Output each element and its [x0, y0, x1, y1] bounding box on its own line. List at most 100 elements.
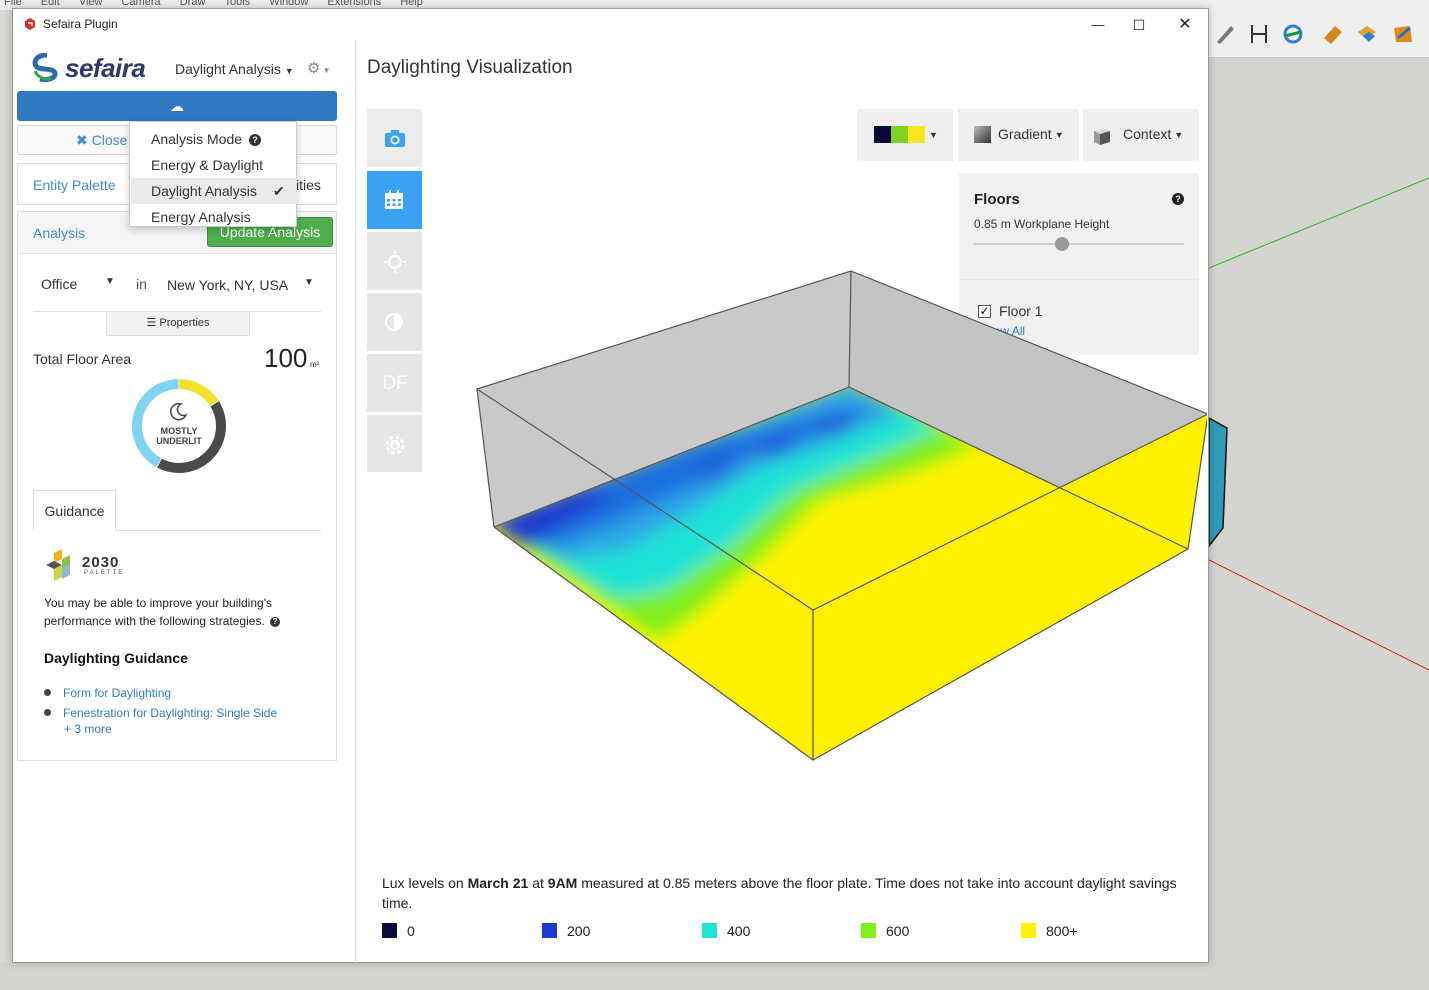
sefaira-tool-icon[interactable]: [1391, 22, 1415, 46]
color-swatch: [874, 126, 891, 143]
analysis-title[interactable]: Analysis: [33, 225, 85, 241]
caption-text: at: [528, 875, 548, 891]
palette-2030-logo: 2030 PALETTE: [44, 549, 124, 583]
workplane-height-label: 0.85 m Workplane Height: [974, 217, 1110, 231]
menu-view[interactable]: View: [79, 0, 103, 8]
gradient-label: Gradient ▼: [998, 126, 1064, 142]
legend-label: 200: [567, 923, 591, 939]
color-scheme-select[interactable]: ▼: [857, 109, 953, 161]
bullet-icon: [44, 689, 51, 696]
maximize-button[interactable]: ☐: [1129, 15, 1149, 35]
menu-help[interactable]: Help: [400, 0, 423, 8]
caption-time: 9AM: [547, 875, 578, 891]
paint-tool-icon[interactable]: [1321, 22, 1345, 46]
tab-quantities[interactable]: ities: [296, 177, 321, 193]
cube-icon: [1094, 128, 1110, 145]
help-icon[interactable]: ?: [1172, 193, 1184, 205]
calendar-button[interactable]: [367, 171, 422, 229]
sketchup-app-icon: [25, 18, 35, 30]
visualization-panel: Daylighting Visualization DF ▼ Gradient ▼: [357, 39, 1209, 963]
sefaira-logo: sefaira: [31, 52, 151, 83]
workplane-slider[interactable]: [974, 243, 1184, 245]
menu-tools[interactable]: Tools: [224, 0, 250, 8]
caption-text: Lux levels on: [382, 875, 468, 891]
location-select[interactable]: New York, NY, USA: [167, 277, 288, 293]
guidance-link-fenestration[interactable]: Fenestration for Daylighting: Single Sid…: [63, 706, 277, 720]
daylighting-guidance-title: Daylighting Guidance: [44, 650, 188, 666]
mode-select[interactable]: Daylight Analysis ▼: [175, 61, 294, 77]
legend-swatch: [542, 922, 557, 938]
status-line-1: MOSTLY: [160, 426, 198, 436]
help-icon[interactable]: ?: [248, 134, 261, 146]
sketchup-statusbar: [0, 962, 1429, 990]
in-label: in: [136, 276, 147, 292]
legend-label: 400: [727, 923, 751, 939]
caption-date: March 21: [467, 875, 529, 891]
menu-item-label: Energy & Daylight: [151, 157, 264, 173]
menu-item-energy-daylight[interactable]: Energy & Daylight: [131, 154, 297, 180]
menu-camera[interactable]: Camera: [122, 0, 161, 8]
sun-icon: [384, 251, 406, 273]
caret-down-icon[interactable]: ▼: [105, 276, 115, 287]
menu-file[interactable]: File: [4, 0, 22, 8]
legend-item: 800+: [1021, 922, 1078, 940]
floor-area-label: Total Floor Area: [33, 351, 132, 367]
settings-gear-icon[interactable]: ⚙ ▼: [307, 59, 331, 77]
minimize-button[interactable]: —: [1088, 15, 1108, 35]
building-type-select[interactable]: Office: [41, 276, 77, 292]
menu-draw[interactable]: Draw: [180, 0, 206, 8]
menu-item-daylight-analysis[interactable]: Daylight Analysis ✔: [131, 178, 297, 204]
caret-down-icon[interactable]: ▼: [304, 277, 314, 288]
guidance-link-form[interactable]: Form for Daylighting: [63, 686, 171, 700]
close-window-button[interactable]: ✕: [1175, 15, 1195, 35]
guidance-more-link[interactable]: + 3 more: [64, 722, 112, 736]
menu-extensions[interactable]: Extensions: [327, 0, 381, 8]
gradient-select[interactable]: Gradient ▼: [958, 109, 1079, 161]
daylight-factor-button[interactable]: DF: [367, 354, 422, 412]
tab-guidance[interactable]: Guidance: [33, 490, 116, 531]
df-label: DF: [382, 373, 408, 394]
legend-item: 600: [861, 922, 910, 940]
status-line-2: UNDERLIT: [156, 436, 202, 446]
guidance-intro-text: You may be able to improve your building…: [44, 596, 272, 628]
dimension-tool-icon[interactable]: [1247, 22, 1271, 46]
window-titlebar[interactable]: Sefaira Plugin — ☐ ✕: [13, 9, 1208, 39]
menu-edit[interactable]: Edit: [41, 0, 60, 8]
orbit-tool-icon[interactable]: [1281, 22, 1305, 46]
contrast-icon: [385, 313, 403, 331]
sun-button[interactable]: [367, 232, 422, 290]
palette-title: 2030: [82, 554, 120, 571]
properties-button[interactable]: ☰ Properties: [106, 312, 250, 336]
contrast-button[interactable]: [367, 293, 422, 351]
legend-label: 600: [886, 923, 910, 939]
tab-entity-palette[interactable]: Entity Palette: [33, 177, 116, 193]
context-select[interactable]: Context ▼: [1083, 109, 1199, 161]
calendar-icon: [385, 190, 403, 209]
menu-item-label: Daylight Analysis: [151, 183, 257, 199]
context-label: Context ▼: [1123, 126, 1183, 142]
help-icon[interactable]: ?: [270, 617, 281, 627]
sefaira-logo-icon: [32, 52, 58, 83]
daylight-status-text: MOSTLY UNDERLIT: [130, 426, 228, 446]
guidance-item[interactable]: Fenestration for Daylighting: Single Sid…: [44, 706, 277, 720]
menu-item-energy-analysis[interactable]: Energy Analysis: [131, 206, 297, 232]
window-title: Sefaira Plugin: [43, 17, 118, 31]
guidance-item[interactable]: Form for Daylighting: [44, 686, 171, 700]
daylight-model-view[interactable]: [457, 259, 1207, 769]
pencil-tool-icon[interactable]: [1213, 22, 1237, 46]
camera-button[interactable]: [367, 109, 422, 167]
menu-item-analysis-mode[interactable]: Analysis Mode ?: [131, 128, 297, 154]
legend-item: 0: [382, 922, 415, 940]
legend-label: 0: [407, 923, 415, 939]
caret-down-icon: ▼: [929, 130, 938, 140]
axis-lines: [1208, 177, 1429, 671]
caret-down-icon: ▼: [284, 66, 294, 76]
component-tool-icon[interactable]: [1355, 22, 1379, 46]
upload-button[interactable]: ☁: [17, 91, 337, 121]
color-swatch: [908, 126, 925, 143]
sketchup-canvas[interactable]: [1208, 58, 1429, 990]
context-label-text: Context: [1123, 126, 1172, 142]
download-button[interactable]: [367, 415, 422, 472]
menu-window[interactable]: Window: [269, 0, 308, 8]
workplane-slider-handle[interactable]: [1055, 237, 1070, 251]
